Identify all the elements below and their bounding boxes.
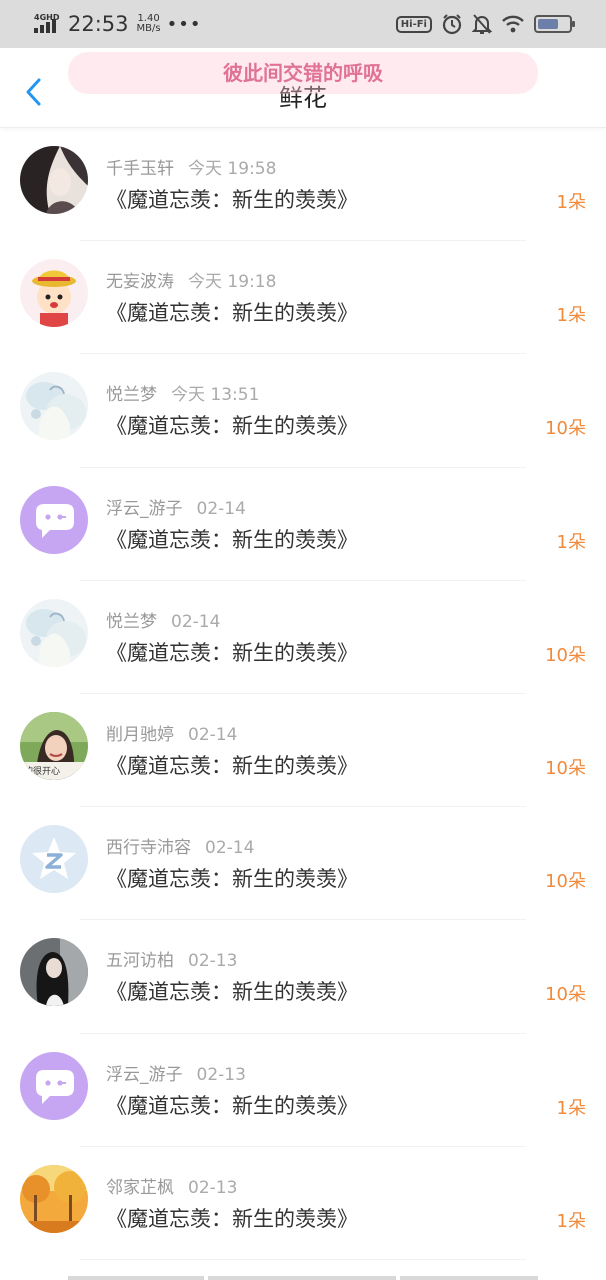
avatar[interactable] [20,825,88,894]
flower-count: 1朵 [556,305,586,327]
username[interactable]: 浮云_游子 [106,1065,183,1085]
avatar[interactable] [20,598,88,667]
username[interactable]: 邻家芷枫 [106,1178,174,1198]
username[interactable]: 削月驰婷 [106,725,174,745]
item-meta: 浮云_游子 02-14 [106,494,246,519]
more-notifications-icon: ••• [166,13,202,35]
avatar[interactable] [20,372,88,441]
svg-text:的很开心: 的很开心 [24,765,60,777]
book-title[interactable]: 《魔道忘羡：新生的羡羡》 [106,863,358,893]
username[interactable]: 无妄波涛 [106,272,174,292]
list-item[interactable]: 浮云_游子 02-13 《魔道忘羡：新生的羡羡》 1朵 [0,1034,606,1147]
clock: 22:53 [68,12,129,36]
item-meta: 邻家芷枫 02-13 [106,1173,237,1198]
list-item[interactable]: 悦兰梦 今天 13:51 《魔道忘羡：新生的羡羡》 10朵 [0,354,606,468]
book-title[interactable]: 《魔道忘羡：新生的羡羡》 [106,524,358,554]
timestamp: 今天 19:18 [188,272,277,293]
book-title[interactable]: 《魔道忘羡：新生的羡羡》 [106,410,358,440]
book-title[interactable]: 《魔道忘羡：新生的羡羡》 [106,750,358,780]
book-title[interactable]: 《魔道忘羡：新生的羡羡》 [106,184,358,214]
avatar[interactable] [20,1164,88,1233]
list-item[interactable]: 悦兰梦 02-14 《魔道忘羡：新生的羡羡》 10朵 [0,581,606,694]
username[interactable]: 浮云_游子 [106,499,183,519]
book-title[interactable]: 《魔道忘羡：新生的羡羡》 [106,297,358,327]
book-title[interactable]: 《魔道忘羡：新生的羡羡》 [106,976,358,1006]
status-bar: 4GHD 22:53 1.40 MB/s ••• Hi-Fi [0,0,606,48]
flower-count: 10朵 [545,757,586,779]
alarm-clock-icon [442,14,462,35]
hifi-badge: Hi-Fi [395,15,432,33]
bottom-scroll-hint [0,1272,606,1280]
book-title[interactable]: 《魔道忘羡：新生的羡羡》 [106,1090,358,1120]
avatar[interactable]: 的很开心 [20,711,88,780]
list-item[interactable]: 浮云_游子 02-14 《魔道忘羡：新生的羡羡》 1朵 [0,468,606,581]
item-meta: 五河访柏 02-13 [106,946,237,971]
list-item[interactable]: 五河访柏 02-13 《魔道忘羡：新生的羡羡》 10朵 [0,920,606,1034]
timestamp: 02-13 [188,1177,238,1198]
item-meta: 无妄波涛 今天 19:18 [106,267,276,292]
avatar[interactable] [20,938,88,1007]
timestamp: 02-14 [171,611,221,632]
item-meta: 悦兰梦 今天 13:51 [106,380,259,405]
wifi-icon [502,15,524,33]
network-speed: 1.40 MB/s [137,14,161,34]
marquee-banner: 彼此间交错的呼吸 [68,52,538,94]
list-item[interactable]: 西行寺沛容 02-14 《魔道忘羡：新生的羡羡》 10朵 [0,807,606,921]
timestamp: 02-14 [188,724,238,745]
divider [80,1258,526,1260]
timestamp: 今天 13:51 [171,385,260,406]
speed-unit: MB/s [136,23,161,34]
flower-count: 1朵 [556,531,586,553]
username[interactable]: 五河访柏 [106,951,174,971]
avatar[interactable] [20,1051,88,1120]
item-meta: 千手玉轩 今天 19:58 [106,154,276,179]
flower-count: 1朵 [556,1210,586,1232]
flower-count: 10朵 [545,871,586,893]
flower-count: 10朵 [545,644,586,666]
flower-count: 10朵 [545,984,586,1006]
avatar[interactable] [20,259,88,328]
cellular-signal-icon: 4GHD [34,13,60,35]
item-meta: 西行寺沛容 02-14 [106,833,254,858]
username[interactable]: 千手玉轩 [106,159,174,179]
book-title[interactable]: 《魔道忘羡：新生的羡羡》 [106,1203,358,1233]
timestamp: 02-13 [188,951,238,972]
mute-bell-icon [472,14,492,34]
avatar[interactable] [20,146,88,214]
flower-gift-list: 千手玉轩 今天 19:58 《魔道忘羡：新生的羡羡》 1朵 无妄波涛 今天 19:18 《魔… [0,128,606,1260]
header-bar: 鲜花 彼此间交错的呼吸 [0,48,606,128]
list-item[interactable]: 无妄波涛 今天 19:18 《魔道忘羡：新生的羡羡》 1朵 [0,241,606,355]
flower-count: 1朵 [556,192,586,213]
username[interactable]: 悦兰梦 [106,385,157,405]
list-item[interactable]: 千手玉轩 今天 19:58 《魔道忘羡：新生的羡羡》 1朵 [0,128,606,242]
timestamp: 02-14 [205,838,255,859]
list-item[interactable]: 的很开心 削月驰婷 02-14 《魔道忘羡：新生的羡羡》 10朵 [0,694,606,808]
avatar[interactable] [20,485,88,554]
username[interactable]: 西行寺沛容 [106,838,191,858]
timestamp: 02-13 [196,1064,246,1085]
item-meta: 削月驰婷 02-14 [106,720,237,745]
username[interactable]: 悦兰梦 [106,612,157,632]
battery-icon [534,15,575,33]
flower-count: 1朵 [556,1097,586,1119]
list-item[interactable]: 邻家芷枫 02-13 《魔道忘羡：新生的羡羡》 1朵 [0,1147,606,1260]
book-title[interactable]: 《魔道忘羡：新生的羡羡》 [106,637,358,667]
item-meta: 悦兰梦 02-14 [106,607,220,632]
timestamp: 02-14 [196,498,246,519]
flower-count: 10朵 [545,418,586,440]
item-meta: 浮云_游子 02-13 [106,1060,246,1085]
timestamp: 今天 19:58 [188,159,277,179]
